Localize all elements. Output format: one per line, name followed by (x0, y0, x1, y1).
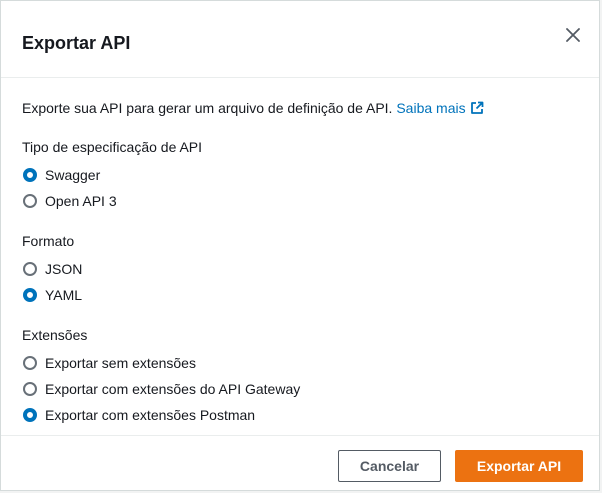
radio-button-checked[interactable] (23, 288, 37, 302)
group-label: Tipo de especificação de API (22, 139, 203, 155)
radio-button-checked[interactable] (23, 168, 37, 182)
radio-group-spec-type: Tipo de especificação de API Swagger Ope… (22, 137, 579, 214)
radio-label: Exportar sem extensões (45, 355, 196, 371)
learn-more-link[interactable]: Saiba mais (396, 100, 484, 116)
radio-option-yaml[interactable]: YAML (22, 282, 579, 308)
group-label: Formato (22, 233, 75, 249)
close-button[interactable] (563, 25, 583, 45)
radio-label: YAML (45, 287, 83, 303)
radio-option-no-extensions[interactable]: Exportar sem extensões (22, 350, 579, 376)
radio-button[interactable] (23, 262, 37, 276)
radio-label: Swagger (45, 167, 101, 183)
radio-option-api-gateway-extensions[interactable]: Exportar com extensões do API Gateway (22, 376, 579, 402)
radio-button-checked[interactable] (23, 408, 37, 422)
dialog-footer: Cancelar Exportar API (1, 435, 599, 492)
radio-button[interactable] (23, 194, 37, 208)
radio-option-json[interactable]: JSON (22, 256, 579, 282)
intro-text: Exporte sua API para gerar um arquivo de… (22, 98, 579, 120)
external-link-icon (470, 100, 484, 120)
radio-group-extensions: Extensões Exportar sem extensões Exporta… (22, 325, 579, 428)
radio-label: Open API 3 (45, 193, 117, 209)
learn-more-label: Saiba mais (396, 100, 466, 116)
radio-label: JSON (45, 261, 83, 277)
radio-label: Exportar com extensões Postman (45, 407, 256, 423)
radio-button[interactable] (23, 356, 37, 370)
close-icon (566, 28, 580, 42)
export-api-button[interactable]: Exportar API (455, 450, 583, 482)
export-api-dialog: Exportar API Exporte sua API para gerar … (0, 0, 600, 491)
radio-button[interactable] (23, 382, 37, 396)
radio-option-swagger[interactable]: Swagger (22, 162, 579, 188)
radio-option-open-api-3[interactable]: Open API 3 (22, 188, 579, 214)
group-label: Extensões (22, 327, 88, 343)
dialog-header: Exportar API (1, 1, 599, 78)
dialog-title: Exportar API (22, 33, 131, 53)
radio-label: Exportar com extensões do API Gateway (45, 381, 301, 397)
dialog-body: Exporte sua API para gerar um arquivo de… (22, 98, 579, 428)
cancel-button[interactable]: Cancelar (338, 450, 441, 482)
intro-description: Exporte sua API para gerar um arquivo de… (22, 100, 393, 116)
radio-group-format: Formato JSON YAML (22, 231, 579, 308)
radio-option-postman-extensions[interactable]: Exportar com extensões Postman (22, 402, 579, 428)
